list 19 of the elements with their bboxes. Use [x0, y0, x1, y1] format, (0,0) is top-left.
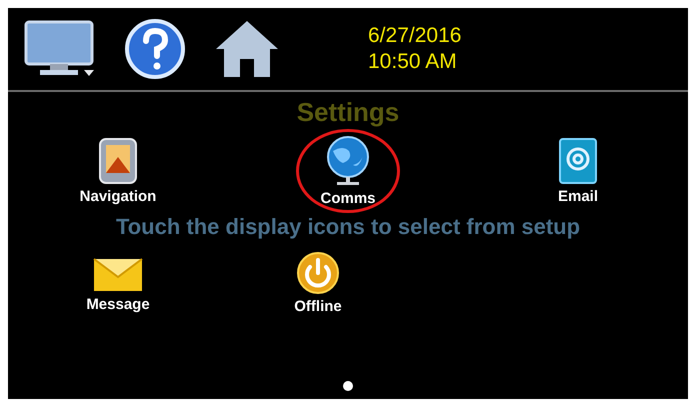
tile-label: Offline: [294, 298, 342, 314]
menu-tile[interactable]: Comms: [278, 128, 418, 212]
tile-label: Email: [558, 189, 598, 204]
menu-tile[interactable]: Email: [508, 128, 648, 212]
instruction-text: Touch the display icons to select from setup: [116, 212, 580, 240]
email-book-icon: [556, 137, 600, 185]
menu-tile[interactable]: Offline: [248, 240, 388, 324]
menu-tile[interactable]: Navigation: [48, 128, 188, 212]
power-icon: [296, 250, 340, 294]
time-text: 10:50 AM: [368, 49, 458, 75]
home-icon[interactable]: [214, 19, 280, 79]
date-text: 6/27/2016: [368, 22, 462, 49]
tile-label: Navigation: [80, 189, 156, 204]
tablet-icon: [98, 137, 138, 185]
help-icon[interactable]: [124, 18, 186, 80]
tile-label: Message: [86, 296, 150, 312]
menu-tile[interactable]: Message: [48, 240, 188, 324]
screen-title: Settings: [296, 96, 400, 128]
tile-label: Comms: [320, 191, 376, 206]
